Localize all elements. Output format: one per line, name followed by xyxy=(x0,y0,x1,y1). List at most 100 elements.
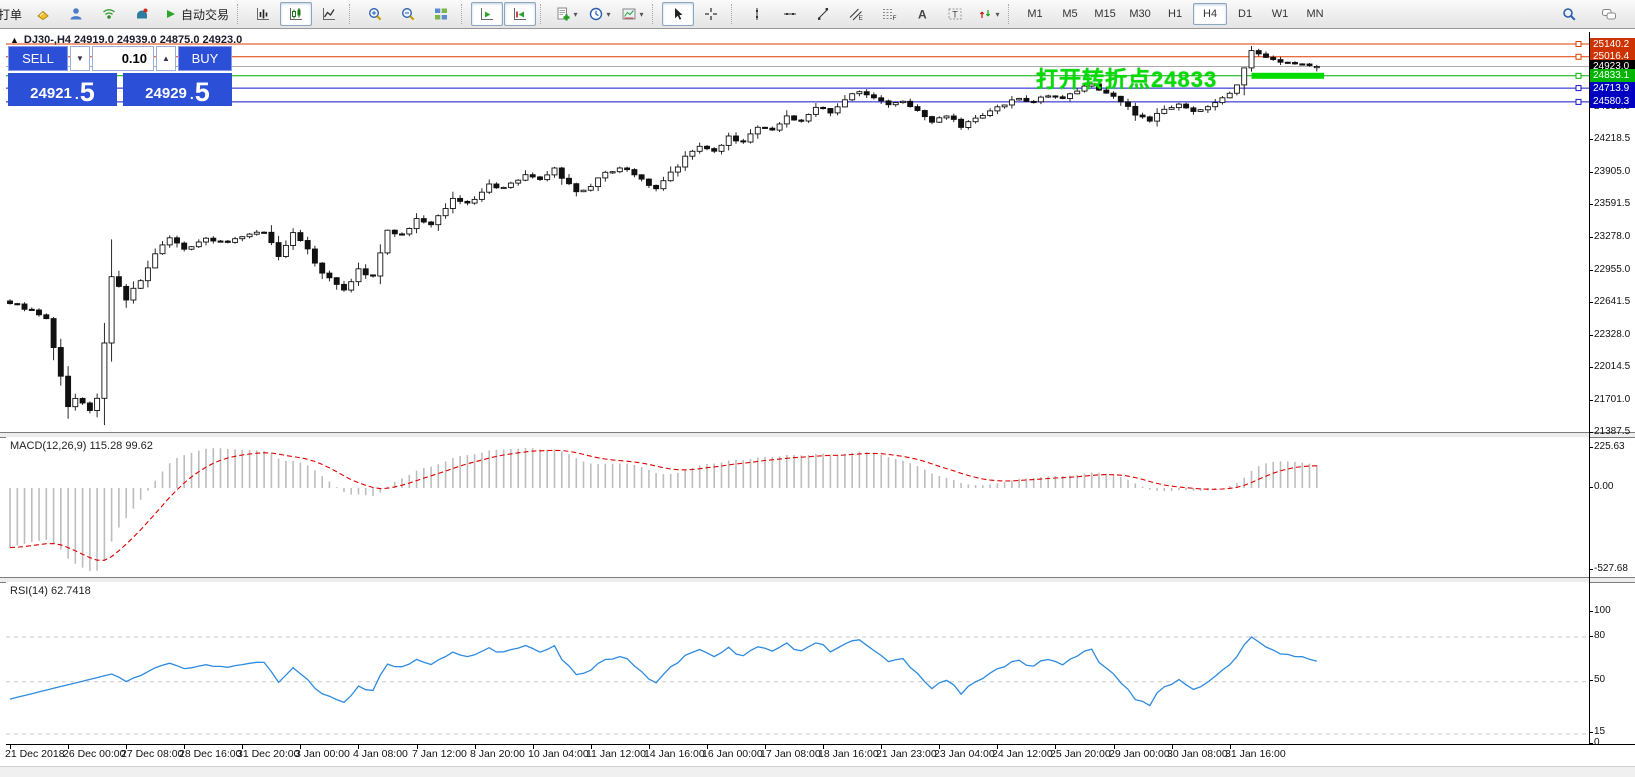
time-tick-label: 28 Dec 16:00 xyxy=(179,748,241,760)
axis-tick xyxy=(1589,172,1593,173)
svg-text:F: F xyxy=(893,15,897,22)
timeframe-m1-button[interactable]: M1 xyxy=(1018,3,1052,25)
line-chart-button[interactable] xyxy=(313,2,345,26)
sell-button[interactable]: SELL xyxy=(8,46,68,71)
rsi-indicator-label: RSI(14) 62.7418 xyxy=(10,585,91,597)
chevron-down-icon: ▾ xyxy=(607,10,611,19)
indicators-button[interactable]: ▾ xyxy=(550,2,582,26)
chart-shift-button[interactable] xyxy=(504,2,536,26)
new-order-button[interactable]: 打单 xyxy=(0,2,26,26)
templates-button[interactable]: ▾ xyxy=(616,2,648,26)
timeframe-m30-button[interactable]: M30 xyxy=(1123,3,1157,25)
trendline-button[interactable] xyxy=(807,2,839,26)
volume-increase-button[interactable]: ▲ xyxy=(156,46,176,71)
line-glyph xyxy=(321,6,337,22)
axis-tick xyxy=(1589,139,1593,140)
charm-icon[interactable] xyxy=(27,2,59,26)
buy-price[interactable]: 24929.5 xyxy=(123,73,232,106)
macd-histogram xyxy=(10,448,1317,571)
zoom-in-button[interactable] xyxy=(359,2,391,26)
macd-pane xyxy=(6,437,1589,577)
bull-candles xyxy=(73,51,1320,411)
new-order-button-label: 打单 xyxy=(0,6,22,23)
svg-text:T: T xyxy=(952,10,958,20)
candlestick-button[interactable] xyxy=(280,2,312,26)
time-tick-label: 29 Jan 00:00 xyxy=(1109,748,1170,760)
hline-price-tag[interactable]: 24833.1 xyxy=(1590,69,1635,82)
rsi-line xyxy=(10,637,1317,706)
highlight-segment[interactable] xyxy=(1252,73,1325,79)
volume-input[interactable] xyxy=(92,46,154,71)
price-chart-pane xyxy=(6,32,1589,432)
textA-glyph: A xyxy=(914,6,930,22)
template-glyph xyxy=(621,6,637,22)
toolbar-separator xyxy=(731,4,736,24)
axis-tick xyxy=(1589,680,1593,681)
price-tick-label: 22328.0 xyxy=(1594,329,1630,340)
hline-price-tag[interactable]: 24580.3 xyxy=(1590,95,1635,108)
price-tick-label: 21701.0 xyxy=(1594,394,1630,405)
fibonacci-button[interactable]: F xyxy=(873,2,905,26)
horizontal-line-button[interactable] xyxy=(774,2,806,26)
toolbar-separator xyxy=(652,4,657,24)
hline-price-tag[interactable]: 24713.9 xyxy=(1590,82,1635,95)
text-label-button[interactable]: T xyxy=(939,2,971,26)
axis-tick xyxy=(1589,432,1593,433)
time-tick-label: 18 Jan 16:00 xyxy=(818,748,879,760)
sell-price[interactable]: 24921.5 xyxy=(8,73,117,106)
chevron-down-icon: ▾ xyxy=(640,10,644,19)
text-button[interactable]: A xyxy=(906,2,938,26)
bar-chart-button[interactable] xyxy=(247,2,279,26)
axis-tick xyxy=(1589,487,1593,488)
buy-price-main: 24929 xyxy=(145,86,187,101)
periods-button[interactable]: ▾ xyxy=(583,2,615,26)
time-tick-label: 14 Jan 16:00 xyxy=(644,748,705,760)
toolbar-right-group xyxy=(1553,2,1631,26)
buy-button[interactable]: BUY xyxy=(178,46,232,71)
price-tick-label: 23278.0 xyxy=(1594,231,1630,242)
timeframe-m5-button[interactable]: M5 xyxy=(1053,3,1087,25)
time-tick-label: 4 Jan 08:00 xyxy=(353,748,408,760)
volume-decrease-button[interactable]: ▼ xyxy=(70,46,90,71)
price-tick-label: 22014.5 xyxy=(1594,361,1630,372)
timeframe-d1-button[interactable]: D1 xyxy=(1228,3,1262,25)
auto-scroll-button[interactable] xyxy=(471,2,503,26)
one-click-trading-panel: SELL ▼ ▲ BUY 24921.5 24929.5 xyxy=(8,46,232,106)
zoom-out-button[interactable] xyxy=(392,2,424,26)
time-tick-label: 24 Jan 12:00 xyxy=(992,748,1053,760)
market-button[interactable] xyxy=(126,2,158,26)
vertical-line-button[interactable] xyxy=(741,2,773,26)
time-axis-line[interactable] xyxy=(6,744,1635,745)
arrows-button[interactable]: ▾ xyxy=(972,2,1004,26)
channel-glyph: E xyxy=(848,6,864,22)
timeframe-m15-button[interactable]: M15 xyxy=(1088,3,1122,25)
equidistant-channel-button[interactable]: E xyxy=(840,2,872,26)
timeframe-w1-button[interactable]: W1 xyxy=(1263,3,1297,25)
timeframe-h4-button[interactable]: H4 xyxy=(1193,3,1227,25)
toolbar-separator xyxy=(349,4,354,24)
tile-glyph xyxy=(433,6,449,22)
timeframe-h1-button[interactable]: H1 xyxy=(1158,3,1192,25)
axis-tick xyxy=(1589,743,1593,744)
candlestick-chart xyxy=(6,32,1589,432)
chat-button[interactable] xyxy=(1593,2,1625,26)
trend-glyph xyxy=(815,6,831,22)
search-button[interactable] xyxy=(1553,2,1585,26)
crosshair-button[interactable] xyxy=(695,2,727,26)
community-profile-button[interactable] xyxy=(60,2,92,26)
auto-trading-button[interactable]: 自动交易 xyxy=(159,2,233,26)
macd-indicator-label: MACD(12,26,9) 115.28 99.62 xyxy=(10,440,153,452)
chart-annotation-text[interactable]: 打开转折点24833 xyxy=(1036,62,1217,94)
cursor-button[interactable] xyxy=(662,2,694,26)
price-tick-label: 22641.5 xyxy=(1594,296,1630,307)
shift-glyph xyxy=(512,6,528,22)
mt4-window: 打单自动交易▾▾▾EFAT▾M1M5M15M30H1H4D1W1MN 24532… xyxy=(0,0,1635,777)
trade-panel-toggle-icon[interactable]: ▲ xyxy=(10,35,19,45)
svg-text:E: E xyxy=(859,15,864,22)
candles-glyph xyxy=(288,6,304,22)
tile-windows-button[interactable] xyxy=(425,2,457,26)
signals-button[interactable] xyxy=(93,2,125,26)
timeframe-mn-button[interactable]: MN xyxy=(1298,3,1332,25)
time-tick-label: 8 Jan 20:00 xyxy=(470,748,525,760)
vline-glyph xyxy=(749,6,765,22)
